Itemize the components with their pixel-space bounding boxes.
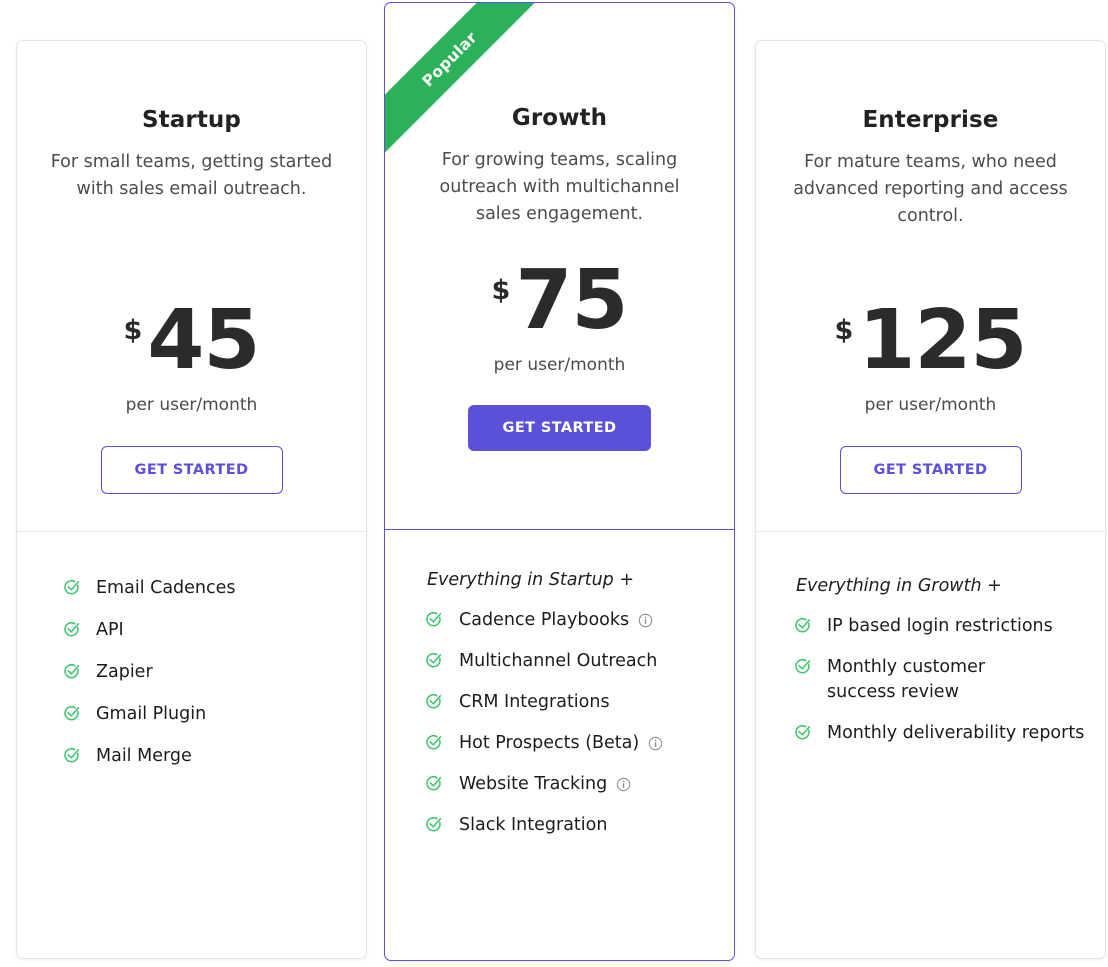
check-circle-icon <box>425 775 443 793</box>
list-item: Mail Merge <box>63 744 344 769</box>
card-features-enterprise: Everything in Growth + IP based login re… <box>756 532 1105 746</box>
list-item: Website Tracking <box>425 772 716 797</box>
list-item: Hot Prospects (Beta) <box>425 731 716 756</box>
price-period: per user/month <box>756 395 1105 415</box>
price-row: $ 75 <box>385 263 734 338</box>
pricing-card-startup: Startup For small teams, getting started… <box>16 40 367 959</box>
get-started-button-startup[interactable]: GET STARTED <box>101 446 283 494</box>
list-item: CRM Integrations <box>425 690 716 715</box>
card-features-growth: Everything in Startup + Cadence Playbook… <box>385 530 734 838</box>
list-item: Zapier <box>63 660 344 685</box>
currency-symbol: $ <box>835 317 854 344</box>
cta-wrap: GET STARTED <box>756 446 1105 494</box>
feature-label: IP based login restrictions <box>827 614 1053 639</box>
check-circle-icon <box>63 579 81 597</box>
list-item: Gmail Plugin <box>63 702 344 727</box>
plan-name: Startup <box>17 107 366 135</box>
list-item: Slack Integration <box>425 813 716 838</box>
feature-label: Hot Prospects (Beta) <box>459 731 639 756</box>
plan-name: Enterprise <box>756 107 1105 135</box>
get-started-button-enterprise[interactable]: GET STARTED <box>840 446 1022 494</box>
currency-symbol: $ <box>124 317 143 344</box>
price-block: $ 75 per user/month <box>385 263 734 375</box>
plan-description: For small teams, getting started with sa… <box>49 149 335 203</box>
feature-label: Zapier <box>96 660 153 685</box>
cta-wrap: GET STARTED <box>385 405 734 451</box>
price-block: $ 125 per user/month <box>756 303 1105 415</box>
info-circle-icon[interactable] <box>638 613 653 628</box>
info-circle-icon[interactable] <box>648 736 663 751</box>
list-item: Monthly deliverability reports <box>794 721 1091 746</box>
plan-name: Growth <box>385 105 734 133</box>
feature-label: Monthly deliverability reports <box>827 721 1084 746</box>
feature-label: Multichannel Outreach <box>459 649 657 674</box>
list-item: IP based login restrictions <box>794 614 1091 639</box>
check-circle-icon <box>794 617 812 635</box>
card-header-startup: Startup For small teams, getting started… <box>17 41 366 531</box>
check-circle-icon <box>425 734 443 752</box>
feature-label: Slack Integration <box>459 813 607 838</box>
feature-label: CRM Integrations <box>459 690 610 715</box>
feature-label: Cadence Playbooks <box>459 608 629 633</box>
get-started-button-growth[interactable]: GET STARTED <box>468 405 651 451</box>
feature-label: Monthly customer success review <box>827 655 1002 705</box>
check-circle-icon <box>794 724 812 742</box>
pricing-table: Startup For small teams, getting started… <box>0 0 1108 967</box>
card-features-startup: Email Cadences API <box>17 532 366 769</box>
info-circle-icon[interactable] <box>616 777 631 792</box>
price-period: per user/month <box>17 395 366 415</box>
feature-label: Gmail Plugin <box>96 702 206 727</box>
check-circle-icon <box>63 621 81 639</box>
currency-symbol: $ <box>492 277 511 304</box>
check-circle-icon <box>63 705 81 723</box>
price-row: $ 125 <box>756 303 1105 378</box>
list-item: API <box>63 618 344 643</box>
price-period: per user/month <box>385 355 734 375</box>
price-row: $ 45 <box>17 303 366 378</box>
feature-label: API <box>96 618 124 643</box>
price-amount: 125 <box>858 303 1026 378</box>
card-header-enterprise: Enterprise For mature teams, who need ad… <box>756 41 1105 531</box>
list-item: Email Cadences <box>63 576 344 601</box>
features-intro: Everything in Startup + <box>427 570 716 590</box>
feature-label: Website Tracking <box>459 772 607 797</box>
pricing-card-enterprise: Enterprise For mature teams, who need ad… <box>755 40 1106 959</box>
feature-label: Mail Merge <box>96 744 192 769</box>
check-circle-icon <box>425 652 443 670</box>
list-item: Multichannel Outreach <box>425 649 716 674</box>
feature-list: Cadence Playbooks <box>425 608 716 838</box>
card-header-growth: Growth For growing teams, scaling outrea… <box>385 3 734 529</box>
list-item: Cadence Playbooks <box>425 608 716 633</box>
check-circle-icon <box>794 658 812 676</box>
price-block: $ 45 per user/month <box>17 303 366 415</box>
cta-wrap: GET STARTED <box>17 446 366 494</box>
plan-description: For mature teams, who need advanced repo… <box>788 149 1074 230</box>
check-circle-icon <box>63 747 81 765</box>
check-circle-icon <box>425 693 443 711</box>
check-circle-icon <box>425 816 443 834</box>
feature-label: Email Cadences <box>96 576 236 601</box>
pricing-card-growth: Popular Growth For growing teams, scalin… <box>384 2 735 961</box>
price-amount: 45 <box>147 303 259 378</box>
feature-list: Email Cadences API <box>63 576 344 769</box>
price-amount: 75 <box>515 263 627 338</box>
list-item: Monthly customer success review <box>794 655 1091 705</box>
check-circle-icon <box>63 663 81 681</box>
features-intro: Everything in Growth + <box>796 576 1091 596</box>
check-circle-icon <box>425 611 443 629</box>
feature-list: IP based login restrictions Monthly cust… <box>794 614 1091 746</box>
plan-description: For growing teams, scaling outreach with… <box>417 147 703 228</box>
